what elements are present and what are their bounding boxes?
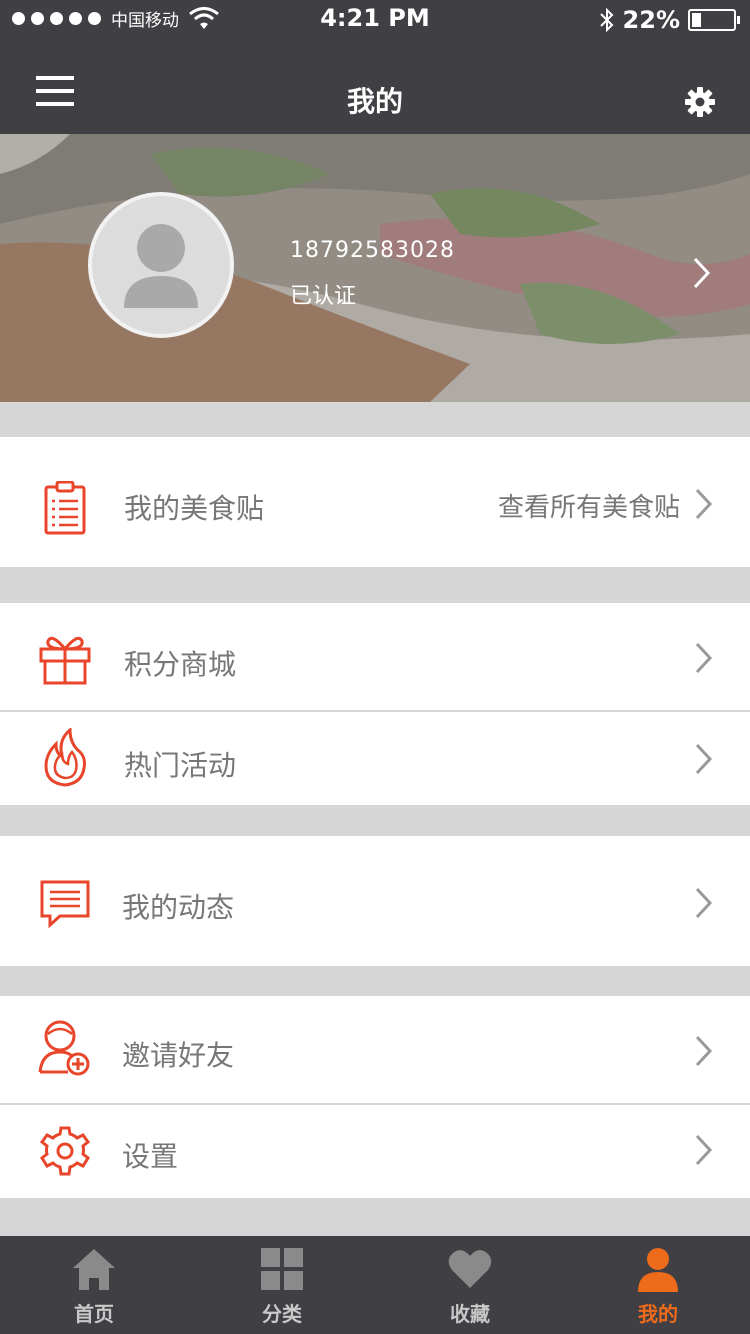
tab-category[interactable]: 分类 — [188, 1236, 376, 1334]
battery-percent: 22% — [622, 6, 680, 34]
message-icon — [40, 880, 90, 929]
menu-item-label: 我的动态 — [122, 891, 235, 924]
menu-item-label: 积分商城 — [124, 648, 237, 681]
status-bar: 中国移动 4:21 PM 22% — [0, 0, 750, 40]
verification-status: 已认证 — [290, 284, 357, 309]
chevron-right-icon — [695, 642, 713, 674]
gear-icon — [39, 1126, 91, 1176]
menu-item-label: 设置 — [122, 1140, 179, 1173]
tab-label: 首页 — [74, 1302, 114, 1326]
menu-item-settings[interactable]: 设置 — [0, 1105, 750, 1198]
chevron-right-icon — [693, 257, 711, 289]
status-right: 22% — [599, 6, 740, 34]
tab-favorites[interactable]: 收藏 — [376, 1236, 564, 1334]
bluetooth-icon — [599, 7, 613, 33]
chevron-right-icon — [695, 488, 713, 520]
heart-icon — [448, 1250, 492, 1288]
view-all-posts-link[interactable]: 查看所有美食贴 — [498, 487, 680, 524]
profile-header[interactable]: 18792583028 已认证 — [0, 134, 750, 402]
menu-item-points-mall[interactable]: 积分商城 — [0, 603, 750, 710]
chevron-right-icon — [695, 743, 713, 775]
battery-icon — [688, 9, 740, 31]
chevron-right-icon — [695, 1035, 713, 1067]
menu-item-label: 邀请好友 — [122, 1039, 235, 1072]
gear-icon[interactable] — [684, 86, 716, 118]
menu-item-my-updates[interactable]: 我的动态 — [0, 836, 750, 966]
menu-item-food-posts[interactable]: 我的美食贴 查看所有美食贴 — [0, 437, 750, 567]
tab-mine[interactable]: 我的 — [564, 1236, 750, 1334]
menu-item-invite-friends[interactable]: 邀请好友 — [0, 996, 750, 1103]
flame-icon — [44, 728, 86, 787]
battery-level — [692, 13, 701, 27]
clipboard-icon — [44, 481, 86, 535]
chevron-right-icon — [695, 887, 713, 919]
home-icon — [73, 1249, 115, 1290]
avatar[interactable] — [88, 192, 234, 338]
menu-item-hot-events[interactable]: 热门活动 — [0, 712, 750, 805]
person-silhouette-icon — [124, 224, 198, 308]
menu-item-label: 热门活动 — [124, 749, 237, 782]
chevron-right-icon — [695, 1134, 713, 1166]
tab-label: 收藏 — [450, 1302, 490, 1326]
profile-phone: 18792583028 — [290, 238, 455, 263]
grid-icon — [261, 1248, 303, 1290]
gift-icon — [39, 636, 91, 685]
page-title: 我的 — [346, 85, 403, 118]
person-icon — [638, 1248, 678, 1292]
menu-item-label: 我的美食贴 — [124, 492, 265, 525]
tab-label: 分类 — [262, 1302, 302, 1326]
tab-label: 我的 — [638, 1302, 678, 1326]
nav-bar: 我的 — [0, 40, 750, 134]
add-friend-icon — [38, 1020, 90, 1076]
tab-bar: 首页 分类 收藏 我的 — [0, 1236, 750, 1334]
tab-home[interactable]: 首页 — [0, 1236, 188, 1334]
